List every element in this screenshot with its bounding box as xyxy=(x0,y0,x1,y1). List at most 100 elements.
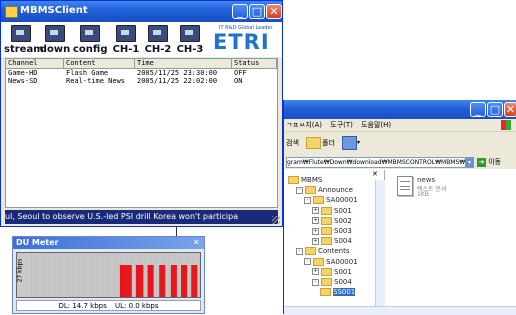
explorer-close-button[interactable]: ✕ xyxy=(504,102,516,117)
collapse-icon[interactable]: - xyxy=(304,196,311,204)
tree-item[interactable]: - Contents xyxy=(296,247,350,256)
download-rate: DL: 14.7 kbps xyxy=(58,302,107,310)
window-title: MBMSClient xyxy=(20,5,88,16)
menu-item-tools[interactable]: 도구(T) xyxy=(330,121,353,129)
column-header-content[interactable]: Content xyxy=(64,59,135,68)
throughput-bar xyxy=(128,265,131,297)
menu-item-help[interactable]: 도움말(H) xyxy=(361,121,391,129)
column-header-channel[interactable]: Channel xyxy=(6,59,64,68)
du-meter-close-icon[interactable]: ✕ xyxy=(193,237,200,249)
collapse-icon[interactable]: - xyxy=(304,258,311,266)
tree-item[interactable]: + S002 xyxy=(312,216,352,225)
close-button[interactable]: ✕ xyxy=(266,4,282,19)
address-dropdown-button[interactable]: ▾ xyxy=(465,158,474,167)
channel-table: Channel Content Time Status Game-HD Flas… xyxy=(5,58,278,208)
cell-channel: Game-HD xyxy=(8,69,38,77)
tree-item-label: S004 xyxy=(334,237,352,246)
tree-item-label: MBMS xyxy=(301,176,323,184)
maximize-button[interactable]: □ xyxy=(249,4,265,19)
views-icon[interactable] xyxy=(342,136,357,150)
throughput-bar xyxy=(150,265,153,297)
column-header-time[interactable]: Time xyxy=(135,59,232,68)
throughput-bar xyxy=(163,265,166,297)
folders-button[interactable]: 폴더 xyxy=(322,138,335,148)
tree-item[interactable]: - S004 xyxy=(312,278,352,286)
ch3-label: CH-3 xyxy=(176,44,204,55)
throughput-bar xyxy=(151,265,154,297)
tree-item[interactable]: MBMS xyxy=(288,176,322,184)
tree-item[interactable]: SS001 xyxy=(320,288,356,297)
tree-item[interactable]: - SA00001 xyxy=(304,257,358,266)
etri-logo: IT R&D Global Leader ETRI xyxy=(213,25,279,55)
file-item-news[interactable]: news 텍스트 문서 1KB xyxy=(397,176,477,206)
tree-item-label: S002 xyxy=(334,216,352,225)
close-pane-icon[interactable]: ✕ xyxy=(372,170,378,178)
address-bar: gram₩Flute₩Down₩download₩MBMSCONTROL₩MBM… xyxy=(284,156,516,169)
mbms-toolbar: stream down config CH-1 CH-2 CH-3 IT R&D… xyxy=(1,22,282,57)
tree-item[interactable]: + S003 xyxy=(312,227,352,235)
chevron-down-icon[interactable]: ▾ xyxy=(357,139,360,146)
menu-item-favorites[interactable]: ㄱㅍㅆ지(A) xyxy=(286,121,322,129)
folders-label: 폴더 xyxy=(322,139,335,147)
tree-item-label: Contents xyxy=(318,247,350,256)
throughput-bar xyxy=(170,265,173,297)
collapse-icon[interactable]: - xyxy=(296,247,303,255)
rate-readout: DL: 14.7 kbps UL: 0.0 kbps xyxy=(16,300,201,311)
tree-item-label: S001 xyxy=(334,206,352,215)
folder-icon xyxy=(321,278,332,286)
down-button[interactable]: down xyxy=(39,25,71,55)
throughput-bar xyxy=(141,265,144,297)
folder-icon xyxy=(321,206,332,215)
address-field[interactable]: gram₩Flute₩Down₩download₩MBMSCONTROL₩MBM… xyxy=(286,157,474,168)
throughput-chart xyxy=(30,253,200,297)
resize-grip-icon[interactable] xyxy=(272,216,280,224)
tree-item-label: S001 xyxy=(334,267,352,276)
expand-icon[interactable]: + xyxy=(312,268,319,276)
column-header-status[interactable]: Status xyxy=(232,59,277,68)
tree-item[interactable]: - SA00001 xyxy=(304,196,358,205)
file-size: 1KB xyxy=(417,191,429,198)
explorer-minimize-button[interactable]: _ xyxy=(470,102,486,117)
explorer-maximize-button[interactable]: □ xyxy=(487,102,503,117)
app-icon xyxy=(5,6,18,18)
throughput-bar xyxy=(185,265,188,297)
expand-icon[interactable]: + xyxy=(312,217,319,225)
throughput-bar xyxy=(147,265,150,297)
go-button[interactable]: ➔ 이동 xyxy=(477,157,501,168)
throughput-bar xyxy=(137,265,140,297)
tree-item[interactable]: - Announce xyxy=(296,186,353,195)
address-text: gram₩Flute₩Down₩download₩MBMSCONTROL₩MBM… xyxy=(287,159,466,166)
throughput-bar xyxy=(173,265,176,297)
channel-1-button[interactable]: CH-1 xyxy=(111,25,141,55)
expand-icon[interactable]: + xyxy=(312,237,319,245)
folder-icon xyxy=(320,288,331,297)
tree-item[interactable]: + S004 xyxy=(312,237,352,246)
collapse-icon[interactable]: - xyxy=(296,186,303,194)
expand-icon[interactable]: + xyxy=(312,207,319,215)
axis-label: 27 kbps xyxy=(16,258,24,283)
stream-button[interactable]: stream xyxy=(4,25,44,55)
cell-content: Real-time News xyxy=(66,77,126,85)
throughput-bar xyxy=(135,265,138,297)
search-button[interactable]: 검색 xyxy=(286,138,299,148)
tree-item[interactable]: + S001 xyxy=(312,206,352,215)
tree-scrollbar[interactable] xyxy=(375,180,385,306)
channel-2-button[interactable]: CH-2 xyxy=(143,25,173,55)
expand-icon[interactable]: + xyxy=(312,227,319,235)
search-label: 검색 xyxy=(286,139,299,147)
config-button[interactable]: config xyxy=(73,25,108,55)
channel-3-button[interactable]: CH-3 xyxy=(175,25,205,55)
throughput-bar xyxy=(127,265,129,297)
mbms-client-window: MBMSClient _ □ ✕ stream down config CH-1… xyxy=(0,0,283,227)
collapse-icon[interactable]: - xyxy=(312,278,319,286)
folder-tree-pane: ✕ MBMS - Announce - SA00001 + S001 + S002 + S003 + S… xyxy=(284,170,385,306)
cell-content: Flash Game xyxy=(66,69,109,77)
cell-status: OFF xyxy=(234,69,247,77)
tree-item[interactable]: + S001 xyxy=(312,267,352,276)
throughput-bar xyxy=(138,265,141,297)
config-icon xyxy=(80,25,100,42)
table-row[interactable]: News-SD Real-time News 2005/11/25 22:02:… xyxy=(6,77,277,86)
folder-icon xyxy=(321,227,332,235)
folder-icon xyxy=(288,176,299,184)
minimize-button[interactable]: _ xyxy=(232,4,248,19)
